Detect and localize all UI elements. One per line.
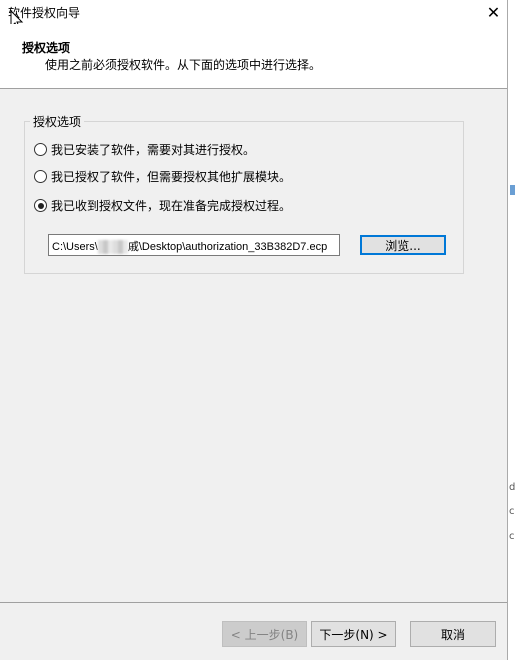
- background-glyph: d: [509, 482, 515, 493]
- wizard-header: 授权选项 使用之前必须授权软件。从下面的选项中进行选择。: [0, 24, 507, 88]
- header-divider: [0, 88, 507, 89]
- page-subtitle: 使用之前必须授权软件。从下面的选项中进行选择。: [45, 58, 322, 72]
- next-button[interactable]: 下一步(N) >: [311, 621, 396, 647]
- radio-unselected-icon[interactable]: [34, 170, 47, 183]
- redacted-username: [97, 240, 128, 255]
- footer-divider: [0, 602, 507, 603]
- option-label: 我已收到授权文件，现在准备完成授权过程。: [51, 199, 292, 213]
- background-window-edge: d c c: [508, 0, 515, 660]
- wizard-window: 软件授权向导 ✕ 授权选项 使用之前必须授权软件。从下面的选项中进行选择。 授权…: [0, 0, 508, 660]
- background-glyph: c: [509, 531, 515, 542]
- radio-unselected-icon[interactable]: [34, 143, 47, 156]
- path-suffix: \Desktop\authorization_33B382D7.ecp: [138, 241, 328, 253]
- path-mid: 戚: [127, 241, 139, 253]
- browse-button[interactable]: 浏览...: [360, 235, 446, 255]
- background-accent: [510, 185, 515, 195]
- license-options-group: 授权选项 我已安装了软件，需要对其进行授权。 我已授权了软件，但需要授权其他扩展…: [24, 113, 464, 274]
- option-extend-modules[interactable]: 我已授权了软件，但需要授权其他扩展模块。: [34, 168, 291, 185]
- title-bar[interactable]: 软件授权向导 ✕: [0, 0, 507, 24]
- background-glyph: c: [509, 506, 515, 517]
- option-label: 我已授权了软件，但需要授权其他扩展模块。: [51, 170, 292, 184]
- license-file-path-input[interactable]: C:\Users\ 戚\Desktop\authorization_33B382D…: [48, 234, 340, 256]
- option-install-license[interactable]: 我已安装了软件，需要对其进行授权。: [34, 141, 255, 158]
- group-legend: 授权选项: [30, 113, 85, 130]
- back-button[interactable]: < 上一步(B): [222, 621, 307, 647]
- cancel-button[interactable]: 取消: [410, 621, 496, 647]
- page-title: 授权选项: [22, 41, 71, 55]
- close-icon[interactable]: ✕: [480, 0, 507, 24]
- radio-selected-icon[interactable]: [34, 199, 47, 212]
- option-received-license-file[interactable]: 我已收到授权文件，现在准备完成授权过程。: [34, 197, 291, 214]
- option-label: 我已安装了软件，需要对其进行授权。: [51, 143, 256, 157]
- path-prefix: C:\Users\: [52, 241, 98, 253]
